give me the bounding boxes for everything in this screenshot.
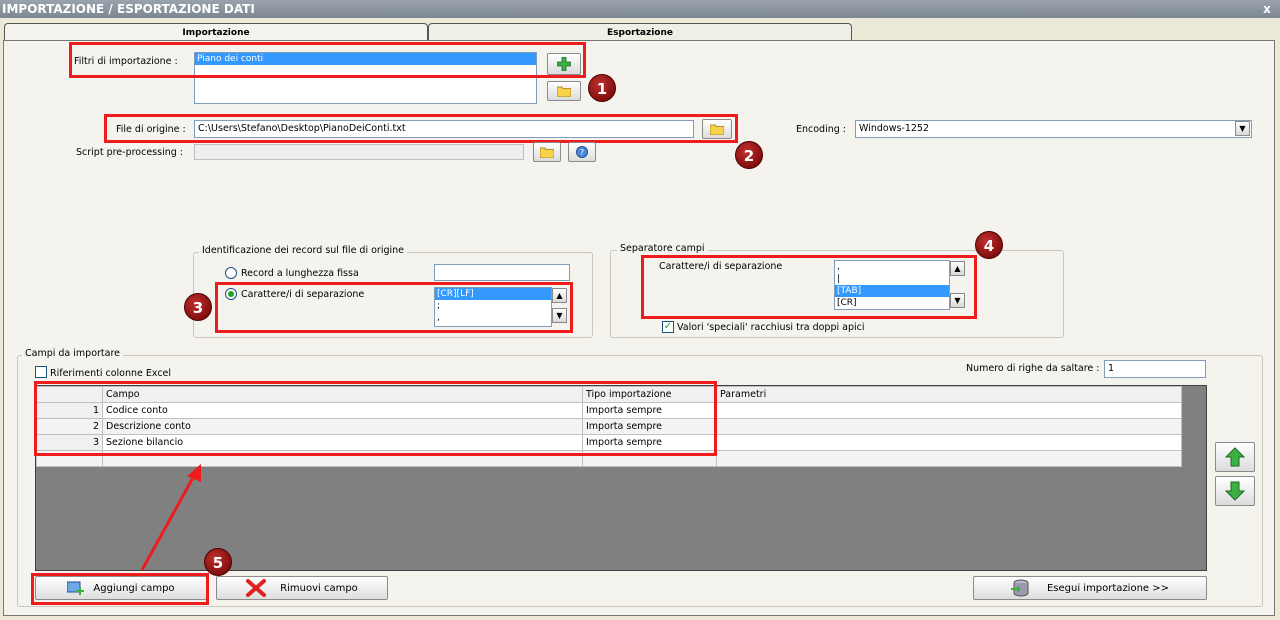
column-header-parametri[interactable]: Parametri bbox=[716, 386, 1182, 403]
cell-parametri[interactable] bbox=[716, 434, 1182, 451]
chevron-down-icon[interactable]: ▼ bbox=[1235, 121, 1250, 136]
callout-badge-4: 4 bbox=[975, 231, 1003, 259]
move-down-button[interactable] bbox=[1215, 476, 1255, 506]
run-import-button[interactable]: Esegui importazione >> bbox=[973, 576, 1207, 600]
highlight-box-3 bbox=[215, 282, 573, 333]
remove-field-label: Rimuovi campo bbox=[280, 582, 358, 594]
fixed-length-radio[interactable] bbox=[225, 267, 237, 279]
run-import-label: Esegui importazione >> bbox=[1046, 582, 1170, 594]
fields-title: Campi da importare bbox=[22, 348, 123, 359]
cell-parametri[interactable] bbox=[716, 418, 1182, 435]
encoding-label: Encoding : bbox=[796, 124, 847, 135]
highlight-box-grid bbox=[34, 381, 717, 456]
tab-importazione[interactable]: Importazione bbox=[4, 23, 428, 41]
preprocessing-label: Script pre-processing : bbox=[76, 147, 183, 158]
move-up-button[interactable] bbox=[1215, 442, 1255, 472]
window-title: IMPORTAZIONE / ESPORTAZIONE DATI bbox=[0, 0, 1280, 18]
fixed-length-label: Record a lunghezza fissa bbox=[241, 268, 359, 279]
svg-text:?: ? bbox=[580, 148, 584, 157]
cell-parametri[interactable] bbox=[716, 450, 1182, 467]
close-icon[interactable]: x bbox=[1260, 2, 1274, 16]
highlight-box-1 bbox=[69, 42, 586, 78]
help-icon: ? bbox=[576, 146, 588, 158]
remove-field-button[interactable]: Rimuovi campo bbox=[216, 576, 388, 600]
preprocessing-input[interactable] bbox=[194, 144, 524, 160]
script-help-button[interactable]: ? bbox=[568, 142, 596, 162]
highlight-box-2 bbox=[104, 114, 738, 143]
browse-script-button[interactable] bbox=[533, 142, 561, 162]
open-filter-button[interactable] bbox=[547, 81, 581, 101]
quoted-values-label: Valori 'speciali' racchiusi tra doppi ap… bbox=[677, 322, 865, 333]
arrow-up-icon bbox=[1225, 447, 1245, 467]
excel-ref-checkbox[interactable] bbox=[35, 366, 47, 378]
record-id-title: Identificazione dei record sul file di o… bbox=[199, 245, 408, 256]
callout-badge-2: 2 bbox=[735, 141, 763, 169]
fixed-length-input[interactable] bbox=[434, 264, 570, 281]
skip-rows-label: Numero di righe da saltare : bbox=[966, 363, 1100, 374]
field-separator-title: Separatore campi bbox=[617, 243, 708, 254]
annotation-arrow bbox=[140, 464, 201, 571]
tab-esportazione[interactable]: Esportazione bbox=[428, 23, 852, 41]
callout-badge-1: 1 bbox=[588, 74, 616, 102]
highlight-box-4 bbox=[641, 255, 977, 319]
folder-icon bbox=[557, 86, 571, 97]
cell-parametri[interactable] bbox=[716, 402, 1182, 419]
folder-icon bbox=[540, 147, 554, 158]
quoted-values-checkbox[interactable]: ✓ bbox=[662, 321, 674, 333]
encoding-select[interactable]: Windows-1252 bbox=[855, 120, 1252, 138]
database-icon bbox=[1010, 579, 1029, 597]
excel-ref-label: Riferimenti colonne Excel bbox=[50, 368, 172, 379]
callout-badge-3: 3 bbox=[184, 293, 212, 321]
highlight-box-5 bbox=[31, 573, 209, 605]
remove-icon bbox=[246, 579, 267, 597]
skip-rows-input[interactable]: 1 bbox=[1104, 360, 1206, 378]
arrow-down-icon bbox=[1225, 481, 1245, 501]
